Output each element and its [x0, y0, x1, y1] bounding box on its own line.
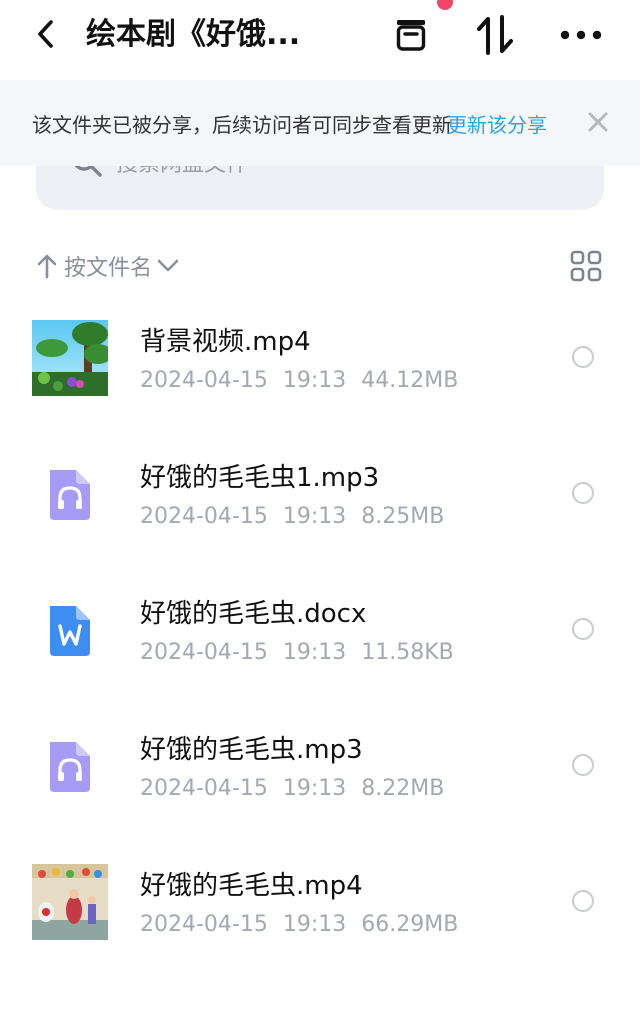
file-size: 8.22MB — [361, 776, 445, 801]
archive-button[interactable] — [386, 10, 436, 60]
notification-dot — [437, 0, 453, 10]
notice-text: 该文件夹已被分享，后续访问者可同步查看更新 — [32, 113, 452, 137]
file-meta: 2024-04-15 19:13 8.25MB — [140, 504, 444, 529]
up-arrow-icon — [37, 254, 57, 279]
file-meta: 2024-04-15 19:13 66.29MB — [140, 912, 458, 937]
file-date: 2024-04-15 — [140, 912, 268, 937]
file-meta: 2024-04-15 19:13 8.22MB — [140, 776, 444, 801]
file-list: 背景视频.mp4 2024-04-15 19:13 44.12MB 好饿的毛毛虫… — [0, 290, 640, 970]
file-date: 2024-04-15 — [140, 776, 268, 801]
back-arrow-icon — [38, 20, 53, 48]
file-date: 2024-04-15 — [140, 504, 268, 529]
file-name: 好饿的毛毛虫1.mp3 — [140, 463, 380, 493]
sort-arrows-icon — [477, 15, 513, 55]
file-size: 11.58KB — [361, 640, 454, 665]
file-time: 19:13 — [282, 912, 347, 937]
file-time: 19:13 — [282, 504, 347, 529]
more-dots-icon — [560, 30, 602, 40]
file-time: 19:13 — [282, 368, 347, 393]
file-time: 19:13 — [282, 776, 347, 801]
close-x-icon[interactable] — [584, 108, 612, 136]
share-notice-banner: 该文件夹已被分享，后续访问者可同步查看更新 更新该分享 — [0, 80, 640, 166]
more-button[interactable] — [556, 10, 606, 60]
select-radio[interactable] — [572, 754, 594, 776]
sort-label: 按文件名 — [64, 256, 153, 281]
video-thumbnail-stage — [32, 864, 108, 940]
top-header: 绘本剧《好饿... — [0, 0, 640, 80]
select-radio[interactable] — [572, 346, 594, 368]
file-size: 8.25MB — [361, 504, 445, 529]
file-name: 好饿的毛毛虫.mp4 — [140, 871, 363, 901]
word-file-icon — [32, 592, 108, 668]
file-row[interactable]: 背景视频.mp4 2024-04-15 19:13 44.12MB — [0, 290, 640, 426]
file-browser-page: 绘本剧《好饿... 搜索网盘文件 — [0, 0, 640, 1025]
file-date: 2024-04-15 — [140, 368, 268, 393]
select-radio[interactable] — [572, 890, 594, 912]
grid-view-icon[interactable] — [568, 248, 604, 284]
file-row[interactable]: 好饿的毛毛虫1.mp3 2024-04-15 19:13 8.25MB — [0, 426, 640, 562]
file-size: 66.29MB — [361, 912, 459, 937]
audio-file-icon — [32, 456, 108, 532]
video-thumbnail-forest — [32, 320, 108, 396]
file-meta: 2024-04-15 19:13 11.58KB — [140, 640, 454, 665]
page-title: 绘本剧《好饿... — [86, 17, 301, 52]
file-name: 好饿的毛毛虫.docx — [140, 599, 367, 629]
file-name: 好饿的毛毛虫.mp3 — [140, 735, 363, 765]
file-row[interactable]: 好饿的毛毛虫.mp4 2024-04-15 19:13 66.29MB — [0, 834, 640, 970]
update-share-link[interactable]: 更新该分享 — [447, 109, 547, 138]
file-meta: 2024-04-15 19:13 44.12MB — [140, 368, 458, 393]
file-date: 2024-04-15 — [140, 640, 268, 665]
select-radio[interactable] — [572, 618, 594, 640]
file-size: 44.12MB — [361, 368, 459, 393]
select-radio[interactable] — [572, 482, 594, 504]
audio-file-icon — [32, 728, 108, 804]
sort-by-name-control[interactable]: 按文件名 — [36, 244, 180, 288]
file-row[interactable]: 好饿的毛毛虫.mp3 2024-04-15 19:13 8.22MB — [0, 698, 640, 834]
file-time: 19:13 — [282, 640, 347, 665]
back-button[interactable] — [28, 14, 64, 54]
sort-button[interactable] — [470, 10, 520, 60]
file-row[interactable]: 好饿的毛毛虫.docx 2024-04-15 19:13 11.58KB — [0, 562, 640, 698]
archive-box-icon — [396, 20, 426, 51]
chevron-down-icon — [157, 259, 179, 272]
file-name: 背景视频.mp4 — [140, 327, 311, 357]
